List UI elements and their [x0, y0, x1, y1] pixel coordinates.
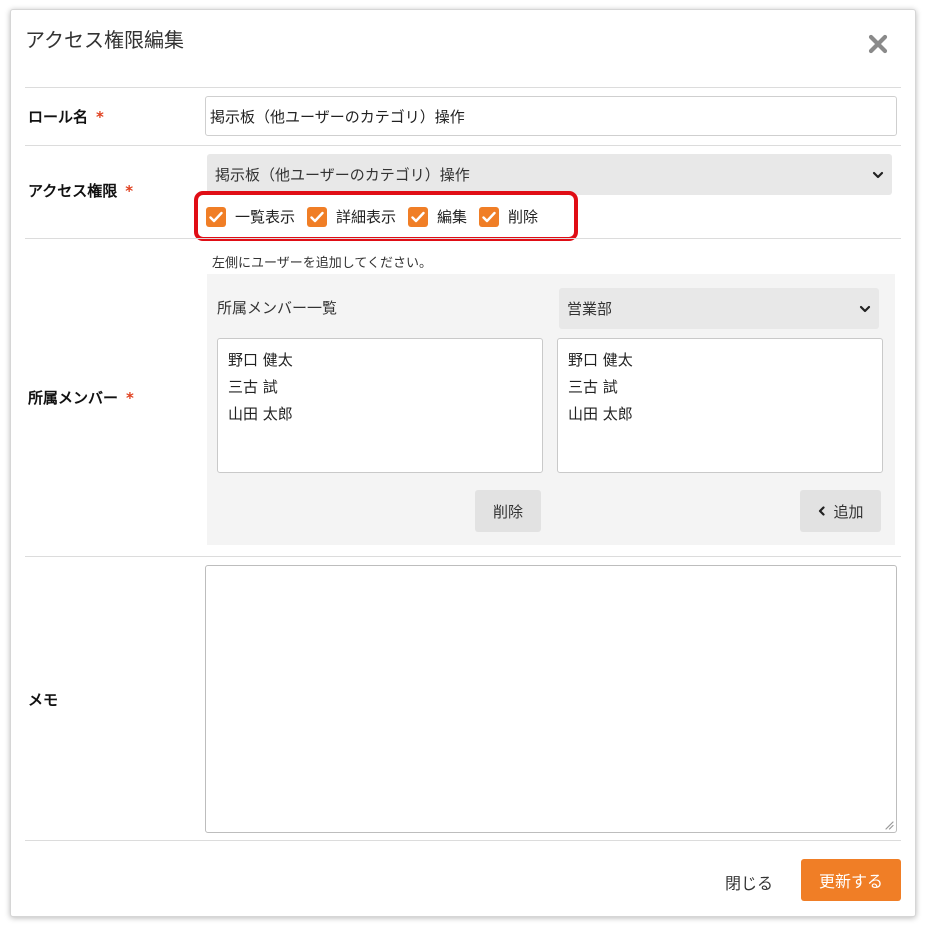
members-label: 所属メンバー *: [28, 389, 134, 407]
access-select[interactable]: 掲示板（他ユーザーのカテゴリ）操作: [207, 154, 892, 195]
permission-label: 一覧表示: [235, 208, 296, 226]
divider: [25, 87, 901, 88]
department-select-value: 営業部: [567, 300, 613, 318]
member-panel: 所属メンバー一覧 営業部 野口 健太 三古 試 山田 太郎 野口 健太 三古 試…: [207, 274, 895, 545]
resize-handle-icon: [885, 821, 894, 830]
chevron-down-icon: [872, 171, 884, 178]
permission-edit[interactable]: 編集: [408, 206, 467, 227]
list-item[interactable]: 野口 健太: [228, 347, 532, 374]
checkbox-checked-icon[interactable]: [206, 206, 226, 227]
permission-label: 編集: [437, 208, 468, 226]
remove-member-button[interactable]: 削除: [475, 490, 541, 532]
role-name-input[interactable]: [205, 96, 897, 136]
members-hint: 左側にユーザーを追加してください。: [212, 256, 432, 271]
add-member-label: 追加: [833, 502, 864, 521]
member-panel-title: 所属メンバー一覧: [217, 299, 338, 317]
access-label: アクセス権限 *: [28, 182, 134, 200]
required-mark: *: [126, 389, 134, 407]
divider: [25, 238, 901, 239]
department-select[interactable]: 営業部: [559, 288, 879, 329]
checkbox-checked-icon[interactable]: [307, 206, 328, 227]
list-item[interactable]: 野口 健太: [568, 347, 872, 374]
permission-checkboxes: 一覧表示 詳細表示 編集 削除: [206, 206, 550, 227]
list-item[interactable]: 山田 太郎: [228, 401, 532, 428]
permission-label: 削除: [508, 208, 539, 226]
add-member-button[interactable]: 追加: [800, 490, 881, 532]
assigned-members-list[interactable]: 野口 健太 三古 試 山田 太郎: [217, 338, 543, 473]
required-mark: *: [96, 108, 104, 126]
access-select-value: 掲示板（他ユーザーのカテゴリ）操作: [215, 166, 470, 184]
divider: [25, 840, 901, 841]
chevron-left-icon: [819, 506, 826, 516]
update-button[interactable]: 更新する: [801, 859, 901, 901]
access-edit-dialog: アクセス権限編集 ロール名* アクセス権限* 掲示板（他ユーザーのカテゴリ）操作…: [10, 9, 916, 917]
required-mark: *: [125, 182, 134, 200]
remove-member-label: 削除: [492, 502, 523, 521]
permission-label: 詳細表示: [336, 208, 397, 226]
divider: [25, 556, 901, 557]
divider: [25, 145, 901, 146]
permission-delete[interactable]: 削除: [479, 206, 538, 227]
permission-list-view[interactable]: 一覧表示: [206, 206, 295, 227]
list-item[interactable]: 山田 太郎: [568, 401, 872, 428]
checkbox-checked-icon[interactable]: [408, 206, 429, 227]
permission-detail-view[interactable]: 詳細表示: [307, 206, 396, 227]
close-icon[interactable]: [867, 33, 891, 57]
memo-textarea[interactable]: [205, 565, 897, 833]
dialog-title: アクセス権限編集: [25, 28, 184, 52]
checkbox-checked-icon[interactable]: [479, 206, 500, 227]
close-button[interactable]: 閉じる: [725, 870, 773, 894]
role-name-label: ロール名 *: [28, 108, 104, 126]
available-members-list[interactable]: 野口 健太 三古 試 山田 太郎: [557, 338, 883, 473]
memo-label: メモ: [28, 691, 59, 709]
chevron-down-icon: [859, 305, 871, 312]
list-item[interactable]: 三古 試: [228, 374, 532, 401]
list-item[interactable]: 三古 試: [568, 374, 872, 401]
